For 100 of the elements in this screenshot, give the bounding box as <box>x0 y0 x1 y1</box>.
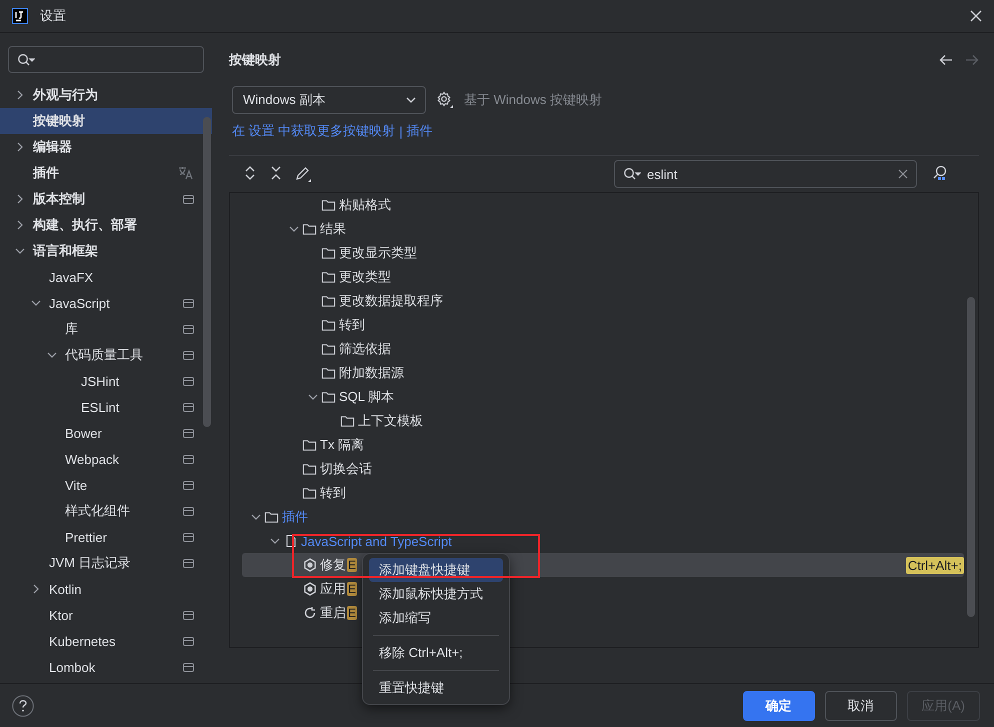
shortcut-label: Ctrl+Alt+; <box>906 556 964 574</box>
action-row[interactable]: 重启 E <box>242 601 358 625</box>
tree-row[interactable]: 转到 <box>242 481 346 505</box>
tree-label: 修复 <box>320 556 346 574</box>
tree-row[interactable]: SQL 脚本 <box>242 385 394 409</box>
tree-label: 更改类型 <box>339 268 391 286</box>
action-row[interactable]: 应用 E <box>242 577 358 601</box>
tree-row[interactable]: 更改类型 <box>242 265 391 289</box>
sidebar-item[interactable]: 库 <box>0 316 212 342</box>
ok-button[interactable]: 确定 <box>742 691 815 721</box>
folder-icon <box>321 390 336 404</box>
sidebar-item[interactable]: JavaFX <box>0 264 212 290</box>
folder-icon <box>321 246 336 260</box>
folder-icon <box>321 294 336 308</box>
sidebar-item[interactable]: 编辑器 <box>0 134 212 160</box>
search-field[interactable]: eslint <box>614 160 917 188</box>
menu-item[interactable]: 移除 Ctrl+Alt+; <box>369 641 503 665</box>
clear-icon[interactable] <box>898 169 908 179</box>
sidebar-item[interactable]: Lombok <box>0 654 212 678</box>
tree-row[interactable]: 转到 <box>242 313 365 337</box>
gear-icon[interactable] <box>436 91 454 109</box>
app-logo-icon <box>12 8 28 24</box>
sidebar-item[interactable]: 外观与行为 <box>0 82 212 108</box>
tree-row[interactable]: 粘贴格式 <box>242 193 391 217</box>
folder-icon <box>302 462 317 476</box>
pencil-icon[interactable] <box>294 165 312 183</box>
sidebar-item-label: JavaFX <box>49 270 94 284</box>
sidebar-item[interactable]: ESLint <box>0 394 212 420</box>
tree-label: 粘贴格式 <box>339 196 391 214</box>
tree-row[interactable]: 筛选依据 <box>242 337 391 361</box>
folder-icon <box>302 486 317 500</box>
keymap-link[interactable]: 在 设置 中获取更多按键映射 <box>232 122 396 140</box>
tree-row[interactable]: Tx 隔离 <box>242 433 364 457</box>
sidebar-item[interactable]: 版本控制 <box>0 186 212 212</box>
search-icon <box>17 52 35 66</box>
tree-row[interactable]: JavaScript and TypeScript <box>242 529 452 553</box>
search-field[interactable] <box>8 46 204 73</box>
keymap-link[interactable]: 插件 <box>406 122 433 140</box>
sidebar-item[interactable]: JSHint <box>0 368 212 394</box>
tree-row[interactable]: 上下文模板 <box>242 409 423 433</box>
sidebar-item[interactable]: 插件 <box>0 160 212 186</box>
sidebar-item[interactable]: 样式化组件 <box>0 498 212 524</box>
tree-row[interactable]: 结果 <box>242 217 346 241</box>
sidebar-item[interactable]: 构建、执行、部署 <box>0 212 212 238</box>
folder-icon <box>321 198 336 212</box>
tree-label: 重启 <box>320 604 346 622</box>
sidebar-item[interactable]: Bower <box>0 420 212 446</box>
sidebar-item[interactable]: JavaScript <box>0 290 212 316</box>
scrollbar-thumb[interactable] <box>967 297 975 617</box>
sidebar-item[interactable]: 按键映射 <box>0 108 212 134</box>
tree-label: 切换会话 <box>320 460 372 478</box>
back-arrow-icon[interactable] <box>939 54 953 66</box>
sidebar-item-label: 库 <box>65 320 79 338</box>
sidebar-item-label: 代码质量工具 <box>65 346 144 364</box>
sidebar-item-label: Bower <box>65 426 103 440</box>
keymap-dropdown[interactable]: Windows 副本 <box>232 86 426 114</box>
find-shortcut-icon[interactable] <box>931 164 949 182</box>
tree-row[interactable]: 更改数据提取程序 <box>242 289 443 313</box>
sidebar-item[interactable]: Kotlin <box>0 576 212 602</box>
tree-row[interactable]: 更改显示类型 <box>242 241 417 265</box>
sidebar-item-label: 语言和框架 <box>33 242 99 260</box>
close-icon[interactable] <box>970 10 982 22</box>
sidebar-item-label: 样式化组件 <box>65 502 131 520</box>
sidebar-item-label: Lombok <box>49 660 96 674</box>
sidebar-item-label: JavaScript <box>49 296 111 310</box>
sidebar-item[interactable]: Webpack <box>0 446 212 472</box>
sidebar-item-label: Prettier <box>65 530 108 544</box>
tree-label: 更改数据提取程序 <box>339 292 443 310</box>
sidebar-item[interactable]: Kubernetes <box>0 628 212 654</box>
tree-row[interactable]: 插件 <box>242 505 308 529</box>
hexagon-icon <box>302 582 316 596</box>
sidebar-item-label: 按键映射 <box>33 112 86 130</box>
sidebar-item[interactable]: 语言和框架 <box>0 238 212 264</box>
folder-icon <box>321 342 336 356</box>
sidebar-item[interactable]: Vite <box>0 472 212 498</box>
dialog-button[interactable]: 取消 <box>824 691 897 721</box>
menu-item[interactable]: 重置快捷键 <box>369 676 503 700</box>
tree-row[interactable]: 切换会话 <box>242 457 372 481</box>
sidebar-item[interactable]: Ktor <box>0 602 212 628</box>
tree-label: 上下文模板 <box>358 412 423 430</box>
menu-item[interactable]: 添加键盘快捷键 <box>369 558 503 582</box>
sidebar-item[interactable]: 代码质量工具 <box>0 342 212 368</box>
folder-icon <box>321 318 336 332</box>
sidebar-item-label: 插件 <box>33 164 60 182</box>
tree-row[interactable]: 附加数据源 <box>242 361 404 385</box>
sidebar-item[interactable]: JVM 日志记录 <box>0 550 212 576</box>
restart-icon <box>302 606 316 620</box>
scrollbar-thumb[interactable] <box>203 117 211 427</box>
folder-icon <box>321 270 336 284</box>
tree-label: 附加数据源 <box>339 364 404 382</box>
help-icon[interactable] <box>12 695 34 717</box>
menu-item[interactable]: 添加鼠标快捷方式 <box>369 582 503 606</box>
sidebar-item-label: ESLint <box>81 400 120 414</box>
tree-label: 更改显示类型 <box>339 244 417 262</box>
tree-label: 结果 <box>320 220 346 238</box>
folder-icon <box>264 510 279 524</box>
menu-item[interactable]: 添加缩写 <box>369 606 503 630</box>
sidebar-item[interactable]: Prettier <box>0 524 212 550</box>
tree-label: Tx 隔离 <box>320 436 364 454</box>
folder-icon <box>340 414 355 428</box>
